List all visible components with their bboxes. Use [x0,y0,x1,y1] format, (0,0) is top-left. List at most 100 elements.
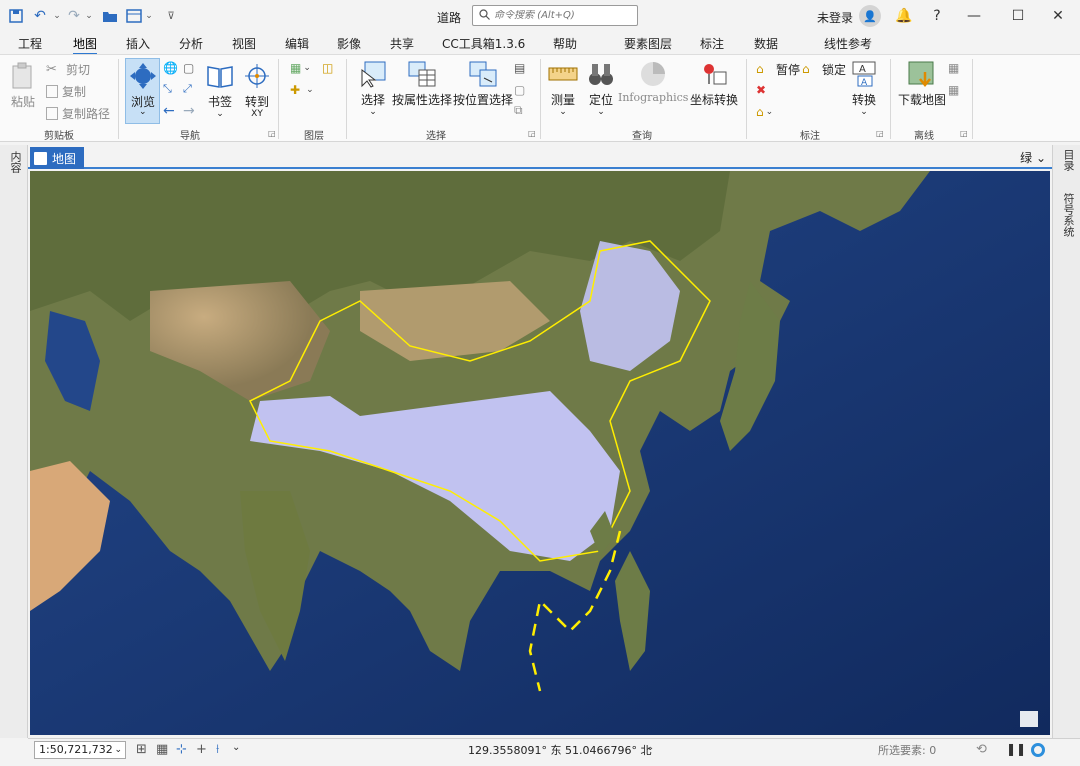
undo-dropdown-icon[interactable]: ⌄ [52,6,62,26]
tab-map[interactable]: 地图 [73,35,98,55]
more-labels-icon[interactable]: ⌂ ⌄ [756,105,773,119]
lock-labels-button[interactable]: ⌂ 锁定 [802,61,846,78]
basemap-icon[interactable]: ▦ ⌄ [290,61,311,75]
save-project-icon[interactable] [6,6,26,26]
notification-icon[interactable]: 🔔 [892,6,916,26]
snapping-icon[interactable]: ⊹ [176,742,187,757]
copy-path-icon [46,107,58,120]
clear-selection-icon[interactable]: ▢ [514,83,525,97]
select-icon [358,59,388,89]
close-icon[interactable]: ✕ [1046,6,1070,26]
measure-button[interactable]: 测量 ⌄ [548,59,578,117]
separator [278,59,279,139]
previous-extent-icon[interactable]: ← [163,103,175,119]
locate-button[interactable]: 定位 ⌄ [586,59,616,117]
minimize-icon[interactable]: — [962,6,986,26]
dialog-launcher-icon[interactable]: ◲ [876,129,884,138]
map-canvas[interactable] [30,171,1050,735]
pause-drawing-icon[interactable]: ❚❚ [1006,742,1026,756]
tab-help[interactable]: 帮助 [553,35,577,52]
redo-icon[interactable]: ↷ [64,6,84,26]
convert-button[interactable]: AA 转换 ⌄ [849,59,879,117]
sync-icon[interactable]: ▦ [948,61,959,75]
add-layer-icon[interactable]: ✚ ⌄ [290,83,314,97]
full-extent-icon[interactable]: 🌐 [163,61,178,75]
select-by-attributes-button[interactable]: 按属性选择 [392,59,452,108]
constraints-icon[interactable]: ⟊ [216,742,219,757]
pause-labels-button[interactable]: ⌂ 暂停 [756,61,800,78]
maximize-icon[interactable]: ☐ [1006,6,1030,26]
new-project-icon[interactable] [124,6,144,26]
contents-pane-tab[interactable]: 内容 [7,151,23,173]
coordinate-conversion-button[interactable]: 坐标转换 [690,59,738,108]
customize-icon[interactable]: ⊽ [164,6,178,26]
chevron-down-icon[interactable]: ⌄ [232,742,240,753]
redo-dropdown-icon[interactable]: ⌄ [84,6,94,26]
map-notes-icon[interactable] [1020,711,1038,727]
svg-text:A: A [859,64,866,75]
zoom-to-selection-icon[interactable]: ⧉ [514,103,523,118]
add-data-icon[interactable]: ◫ [322,61,333,75]
chevron-down-icon: ⌄ [114,745,122,755]
map-view-tab[interactable]: 地图 [30,147,85,169]
infographics-button[interactable]: Infographics [618,59,688,104]
dialog-launcher-icon[interactable]: ◲ [960,129,968,138]
table-icon[interactable]: ▦ [156,742,168,757]
select-button[interactable]: 选择 ⌄ [358,59,388,117]
crosshair-icon[interactable]: + [196,742,207,757]
tab-edit[interactable]: 编辑 [285,35,309,52]
coordinate-format-dropdown[interactable]: ⌄ [646,742,654,753]
map-icon [34,151,47,165]
pane-options-button[interactable]: 绿 ⌄ [1020,149,1046,166]
group-title-selection: 选择 [426,131,446,142]
separator [890,59,891,139]
tab-view[interactable]: 视图 [232,35,256,52]
zoom-out-fixed-icon[interactable]: ⤢ [183,82,192,96]
paste-button[interactable]: 粘贴 [8,61,38,110]
signin-status[interactable]: 未登录 [817,9,853,26]
avatar[interactable]: 👤 [859,5,881,27]
infographics-icon [638,59,668,89]
scale-selector[interactable]: 1:50,721,732 ⌄ [34,741,126,759]
dialog-launcher-icon[interactable]: ◲ [528,129,536,138]
crosshair-icon [242,61,272,91]
symbology-pane-tab[interactable]: 符号系统 [1060,193,1076,237]
copy-path-button[interactable]: 复制路径 [46,105,110,122]
zoom-in-fixed-icon[interactable]: ⤡ [163,82,172,96]
undo-icon[interactable]: ↶ [30,6,50,26]
ruler-icon [548,59,578,89]
next-extent-icon[interactable]: → [183,103,195,119]
goto-xy-button[interactable]: 转到 XY [242,61,272,119]
new-dropdown-icon[interactable]: ⌄ [144,6,154,26]
open-project-icon[interactable] [100,6,120,26]
select-by-location-button[interactable]: 按位置选择 [453,59,513,108]
tab-feature-layer[interactable]: 要素图层 [624,35,672,52]
tab-cc-toolbox[interactable]: CC工具箱1.3.6 [442,35,525,52]
tab-project[interactable]: 工程 [18,35,42,52]
tab-share[interactable]: 共享 [390,35,414,52]
tab-labeling[interactable]: 标注 [700,35,724,52]
command-search[interactable] [472,5,638,26]
tab-linear-referencing[interactable]: 线性参考 [824,35,872,52]
refresh-icon[interactable]: ⟲ [976,742,987,757]
view-unplaced-icon[interactable]: ✖ [756,83,766,97]
tab-analysis[interactable]: 分析 [179,35,203,52]
catalog-pane-tab[interactable]: 目录 [1060,149,1076,171]
tab-data[interactable]: 数据 [754,35,778,52]
fixed-zoom-icon[interactable]: ▢ [183,61,194,75]
attributes-icon[interactable]: ▤ [514,61,525,75]
book-icon [205,61,235,91]
cut-button[interactable]: ✂ 剪切 [46,61,90,78]
dialog-launcher-icon[interactable]: ◲ [268,129,276,138]
copy-button[interactable]: 复制 [46,83,86,100]
download-map-button[interactable]: 下载地图 [898,59,946,108]
scissors-icon: ✂ [46,61,57,77]
grid-icon[interactable]: ⊞ [136,742,147,757]
tab-insert[interactable]: 插入 [126,35,150,52]
remove-offline-icon[interactable]: ▦ [948,83,959,97]
tab-imagery[interactable]: 影像 [337,35,361,52]
help-icon[interactable]: ? [925,6,949,26]
browse-button[interactable]: 浏览 ⌄ [125,58,160,124]
bookmark-button[interactable]: 书签 ⌄ [205,61,235,119]
search-input[interactable] [494,10,634,21]
